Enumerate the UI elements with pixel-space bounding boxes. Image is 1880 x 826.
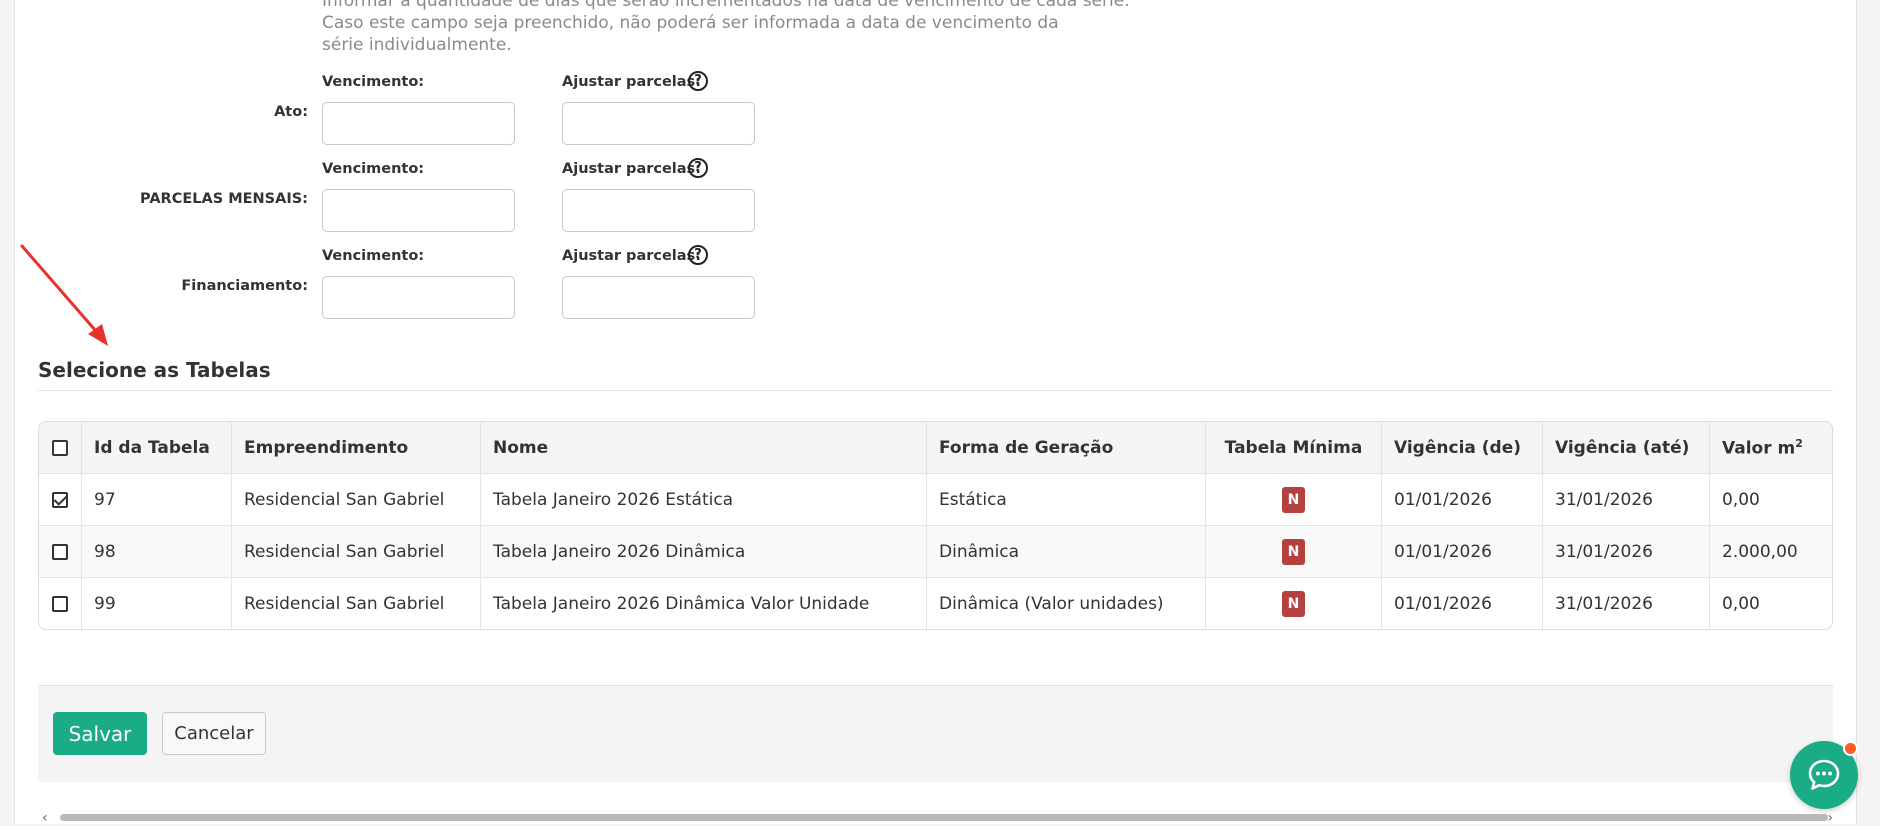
save-button[interactable]: Salvar: [53, 712, 147, 755]
cell-valor: 0,00: [1710, 474, 1832, 526]
section-divider: [38, 390, 1833, 391]
cell-forma: Dinâmica: [927, 526, 1206, 578]
cell-forma: Estática: [927, 474, 1206, 526]
hint-line: série individualmente.: [322, 35, 512, 55]
cell-de: 01/01/2026: [1382, 578, 1543, 629]
notification-dot: [1843, 741, 1858, 756]
cell-ate: 31/01/2026: [1543, 526, 1710, 578]
ato-adjust-input[interactable]: [562, 102, 755, 145]
section-title: Selecione as Tabelas: [38, 358, 271, 382]
due-label: Vencimento:: [322, 161, 425, 177]
col-header-valor[interactable]: Valor m2: [1710, 422, 1832, 474]
row-checkbox[interactable]: [52, 491, 68, 508]
row-select-cell: [39, 578, 82, 629]
financing-adjust-input[interactable]: [562, 276, 755, 319]
cell-empreendimento: Residencial San Gabriel: [232, 526, 481, 578]
tables-grid: Id da Tabela Empreendimento Nome Forma d…: [38, 421, 1833, 630]
scroll-thumb[interactable]: [60, 814, 1828, 821]
select-all-cell: [39, 422, 82, 474]
cell-de: 01/01/2026: [1382, 526, 1543, 578]
hint-line: Informar a quantidade de dias que serão …: [322, 0, 1130, 11]
due-label: Vencimento:: [322, 74, 425, 90]
horizontal-scrollbar[interactable]: ‹ ›: [38, 810, 1833, 826]
cell-empreendimento: Residencial San Gabriel: [232, 474, 481, 526]
monthly-adjust-input[interactable]: [562, 189, 755, 232]
minima-badge: N: [1282, 538, 1305, 565]
adjust-label: Ajustar parcelas:: [562, 74, 701, 90]
chat-button[interactable]: [1790, 741, 1858, 809]
cell-nome: Tabela Janeiro 2026 Estática: [481, 474, 927, 526]
cell-id: 97: [82, 474, 232, 526]
table-row[interactable]: 97 Residencial San Gabriel Tabela Janeir…: [39, 474, 1832, 526]
cancel-button[interactable]: Cancelar: [162, 712, 266, 755]
monthly-due-input[interactable]: [322, 189, 515, 232]
adjust-label: Ajustar parcelas:: [562, 161, 701, 177]
col-header-id[interactable]: Id da Tabela: [82, 422, 232, 474]
question-circle-icon[interactable]: ?: [688, 158, 708, 178]
col-header-empreendimento[interactable]: Empreendimento: [232, 422, 481, 474]
question-circle-icon[interactable]: ?: [688, 245, 708, 265]
cell-de: 01/01/2026: [1382, 474, 1543, 526]
financing-due-input[interactable]: [322, 276, 515, 319]
cell-nome: Tabela Janeiro 2026 Dinâmica: [481, 526, 927, 578]
minima-badge: N: [1282, 590, 1305, 617]
cell-minima: N: [1206, 526, 1382, 578]
cell-forma: Dinâmica (Valor unidades): [927, 578, 1206, 629]
cell-valor: 0,00: [1722, 593, 1760, 614]
cell-id: 99: [82, 578, 232, 629]
cell-empreendimento: Residencial San Gabriel: [232, 578, 481, 629]
row-checkbox[interactable]: [52, 543, 68, 560]
chat-bubble-icon: [1808, 759, 1840, 790]
valor-header-sup: 2: [1795, 436, 1803, 450]
due-days-hint: Informar a quantidade de dias que serão …: [322, 0, 1142, 56]
adjust-label: Ajustar parcelas:: [562, 248, 701, 264]
due-label: Vencimento:: [322, 248, 425, 264]
col-header-de[interactable]: Vigência (de): [1382, 422, 1543, 474]
col-header-ate[interactable]: Vigência (até): [1543, 422, 1710, 474]
table-row[interactable]: 98 Residencial San Gabriel Tabela Janeir…: [39, 526, 1832, 578]
question-circle-icon[interactable]: ?: [688, 71, 708, 91]
col-header-forma[interactable]: Forma de Geração: [927, 422, 1206, 474]
col-header-minima[interactable]: Tabela Mínima: [1206, 422, 1382, 474]
cell-ate: 31/01/2026: [1543, 578, 1710, 629]
col-header-nome[interactable]: Nome: [481, 422, 927, 474]
ato-due-input[interactable]: [322, 102, 515, 145]
hint-line: Caso este campo seja preenchido, não pod…: [322, 13, 1059, 33]
cell-id: 98: [82, 526, 232, 578]
cell-valor: 2.000,00: [1710, 526, 1832, 578]
cell-nome: Tabela Janeiro 2026 Dinâmica Valor Unida…: [481, 578, 927, 629]
minima-badge: N: [1282, 486, 1305, 513]
installment-label-ato: Ato:: [274, 104, 308, 120]
row-checkbox[interactable]: [52, 595, 68, 612]
cell-minima: N: [1206, 578, 1382, 629]
red-annotation-arrow: [20, 244, 108, 346]
row-select-cell: [39, 526, 82, 578]
installment-label-monthly: PARCELAS MENSAIS:: [140, 191, 308, 207]
select-all-checkbox[interactable]: [52, 439, 68, 456]
form-footer: Salvar Cancelar: [38, 685, 1833, 782]
cell-ate: 31/01/2026: [1543, 474, 1710, 526]
row-select-cell: [39, 474, 82, 526]
valor-header-text: Valor m: [1722, 438, 1796, 459]
cell-minima: N: [1206, 474, 1382, 526]
table-row[interactable]: 99 Residencial San Gabriel Tabela Janeir…: [39, 578, 1832, 629]
table-header-row: Id da Tabela Empreendimento Nome Forma d…: [39, 422, 1832, 474]
